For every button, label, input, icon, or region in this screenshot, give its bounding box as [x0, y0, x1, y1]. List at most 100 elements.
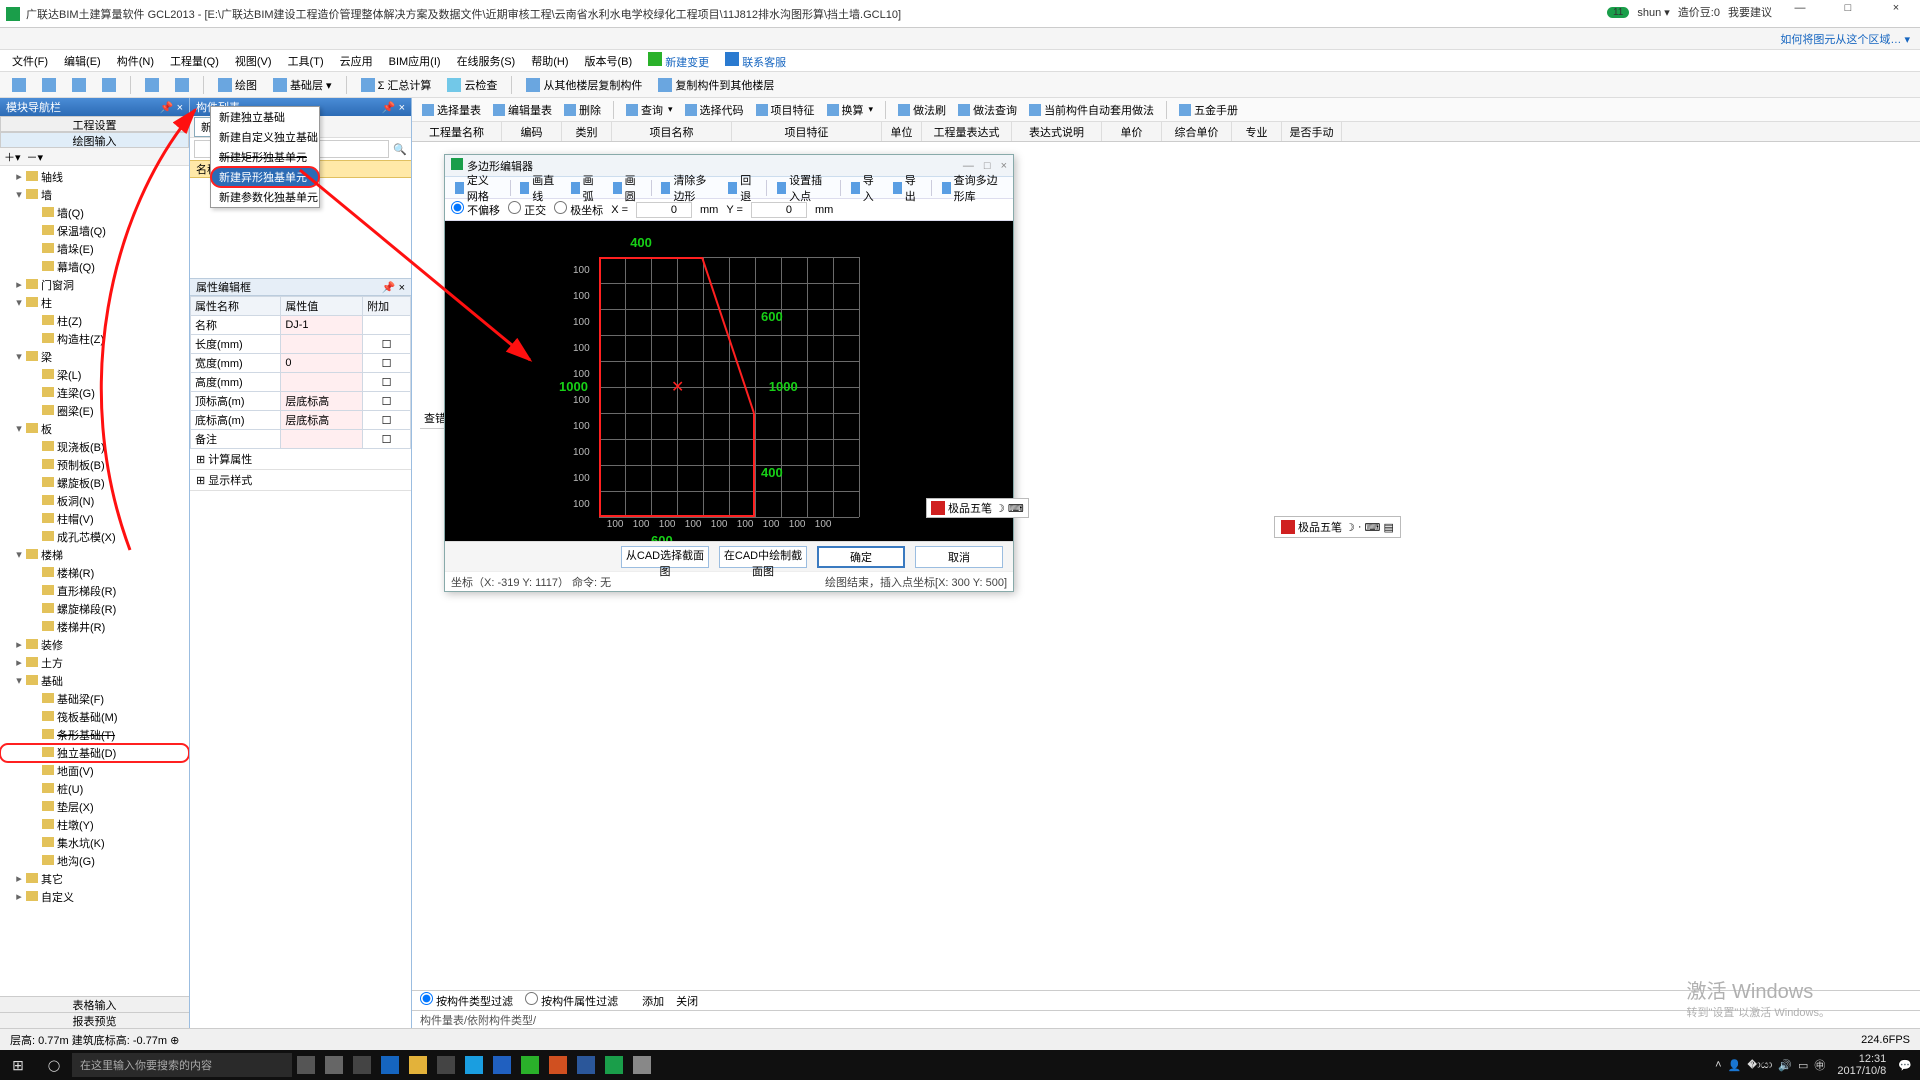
toolbar-btn-3[interactable] — [96, 76, 122, 94]
tree-node-32[interactable]: 独立基础(D) — [0, 744, 189, 762]
tree-node-38[interactable]: 地沟(G) — [0, 852, 189, 870]
tree-node-18[interactable]: 板洞(N) — [0, 492, 189, 510]
toolbar-btn-15[interactable]: 复制构件到其他楼层 — [652, 75, 780, 95]
tree-node-17[interactable]: 螺旋板(B) — [0, 474, 189, 492]
prop-chk-3[interactable]: ☐ — [363, 373, 411, 392]
tree-node-24[interactable]: 螺旋梯段(R) — [0, 600, 189, 618]
taskbar-clock[interactable]: 12:312017/10/8 — [1831, 1053, 1892, 1077]
menu-12[interactable]: 联系客服 — [719, 50, 792, 72]
coord-polar[interactable]: 极坐标 — [554, 201, 603, 218]
col-11[interactable]: 是否手动 — [1282, 122, 1342, 141]
filter-add[interactable]: 添加 — [642, 993, 664, 1009]
taskbar-app-4[interactable] — [488, 1053, 516, 1077]
prop-val-3[interactable] — [281, 373, 363, 392]
prop-chk-0[interactable] — [363, 316, 411, 335]
taskbar-gcl[interactable] — [600, 1053, 628, 1077]
close-button[interactable]: × — [1876, 2, 1916, 22]
poly-tb-7[interactable]: 回退 — [724, 170, 760, 206]
tree-node-40[interactable]: ▸自定义 — [0, 888, 189, 906]
panel-close-icon[interactable]: 📌 × — [382, 101, 405, 114]
sel-btn-5[interactable]: 选择代码 — [681, 100, 748, 120]
tree-node-29[interactable]: 基础梁(F) — [0, 690, 189, 708]
tree-node-6[interactable]: ▸门窗洞 — [0, 276, 189, 294]
cortana-icon[interactable]: ◯ — [36, 1059, 72, 1072]
expand-all-icon[interactable]: ＋▾ — [4, 149, 21, 165]
from-cad-select-button[interactable]: 从CAD选择截面图 — [621, 546, 709, 568]
tray-up-icon[interactable]: ˄ — [1715, 1059, 1721, 1071]
notif-badge[interactable]: 11 — [1607, 7, 1629, 18]
sel-btn-11[interactable]: 当前构件自动套用做法 — [1025, 100, 1158, 120]
start-button[interactable]: ⊞ — [0, 1057, 36, 1074]
tree-node-30[interactable]: 筏板基础(M) — [0, 708, 189, 726]
menu-0[interactable]: 文件(F) — [6, 51, 54, 71]
tree-node-4[interactable]: 墙垛(E) — [0, 240, 189, 258]
poly-tb-11[interactable]: 导入 — [847, 170, 883, 206]
col-0[interactable]: 工程量名称 — [412, 122, 502, 141]
tree-node-21[interactable]: ▾楼梯 — [0, 546, 189, 564]
sel-btn-9[interactable]: 做法刷 — [894, 100, 950, 120]
tree-node-9[interactable]: 构造柱(Z) — [0, 330, 189, 348]
prop-chk-2[interactable]: ☐ — [363, 354, 411, 373]
y-input[interactable] — [751, 202, 807, 218]
tree-node-1[interactable]: ▾墙 — [0, 186, 189, 204]
poly-tb-4[interactable]: 画圆 — [609, 170, 645, 206]
filter-close[interactable]: 关闭 — [676, 993, 698, 1009]
toolbar-btn-1[interactable] — [36, 76, 62, 94]
tree-node-34[interactable]: 桩(U) — [0, 780, 189, 798]
tree-node-27[interactable]: ▸土方 — [0, 654, 189, 672]
tree-node-37[interactable]: 集水坑(K) — [0, 834, 189, 852]
sel-btn-1[interactable]: 编辑量表 — [489, 100, 556, 120]
feedback-link[interactable]: 我要建议 — [1728, 4, 1772, 20]
tab-report-preview[interactable]: 报表预览 — [0, 1012, 189, 1028]
tree-node-14[interactable]: ▾板 — [0, 420, 189, 438]
tree-node-39[interactable]: ▸其它 — [0, 870, 189, 888]
toolbar-btn-5[interactable] — [139, 76, 165, 94]
taskbar-search[interactable]: 在这里输入你要搜索的内容 — [72, 1053, 292, 1077]
tree-node-23[interactable]: 直形梯段(R) — [0, 582, 189, 600]
toolbar-btn-9[interactable]: 基础层 ▾ — [267, 75, 338, 95]
coord-no-offset[interactable]: 不偏移 — [451, 201, 500, 218]
tree-node-7[interactable]: ▾柱 — [0, 294, 189, 312]
taskbar-word[interactable] — [572, 1053, 600, 1077]
col-2[interactable]: 类别 — [562, 122, 612, 141]
taskbar-app-1[interactable] — [320, 1053, 348, 1077]
tray-vol-icon[interactable]: 🔊 — [1778, 1059, 1792, 1072]
property-table[interactable]: 属性名称 属性值 附加 名称DJ-1长度(mm)☐宽度(mm)0☐高度(mm)☐… — [190, 296, 411, 449]
tab-table-input[interactable]: 表格输入 — [0, 996, 189, 1012]
menu-6[interactable]: 云应用 — [334, 51, 379, 71]
prop-chk-1[interactable]: ☐ — [363, 335, 411, 354]
col-8[interactable]: 单价 — [1102, 122, 1162, 141]
sel-btn-6[interactable]: 项目特征 — [752, 100, 819, 120]
tree-node-26[interactable]: ▸装修 — [0, 636, 189, 654]
system-tray[interactable]: ˄ 👤 �ායා 🔊 ▭ ㊥ 12:312017/10/8 💬 — [1715, 1053, 1920, 1077]
cancel-button[interactable]: 取消 — [915, 546, 1003, 568]
menu-10[interactable]: 版本号(B) — [579, 51, 639, 71]
windows-taskbar[interactable]: ⊞ ◯ 在这里输入你要搜索的内容 ˄ 👤 �ායා 🔊 ▭ ㊥ 12:31201… — [0, 1050, 1920, 1080]
tree-node-31[interactable]: 条形基础(T) — [0, 726, 189, 744]
menu-11[interactable]: 新建变更 — [642, 50, 715, 72]
taskbar-explorer[interactable] — [404, 1053, 432, 1077]
tree-node-12[interactable]: 连梁(G) — [0, 384, 189, 402]
new-menu-item-4[interactable]: 新建参数化独基单元 — [211, 187, 319, 207]
tree-node-36[interactable]: 柱墩(Y) — [0, 816, 189, 834]
expand-display-style[interactable]: ⊞ 显示样式 — [190, 470, 411, 491]
coord-ortho[interactable]: 正交 — [508, 201, 546, 218]
tree-node-33[interactable]: 地面(V) — [0, 762, 189, 780]
col-7[interactable]: 表达式说明 — [1012, 122, 1102, 141]
tab-drawing-input[interactable]: 绘图输入 — [0, 132, 189, 148]
prop-val-6[interactable] — [281, 430, 363, 449]
col-3[interactable]: 项目名称 — [612, 122, 732, 141]
toolbar-btn-0[interactable] — [6, 76, 32, 94]
menu-1[interactable]: 编辑(E) — [58, 51, 107, 71]
poly-tb-12[interactable]: 导出 — [889, 170, 925, 206]
menu-9[interactable]: 帮助(H) — [525, 51, 574, 71]
tab-engineering-settings[interactable]: 工程设置 — [0, 116, 189, 132]
sel-btn-7[interactable]: 换算 — [823, 100, 878, 120]
col-1[interactable]: 编码 — [502, 122, 562, 141]
prop-chk-4[interactable]: ☐ — [363, 392, 411, 411]
in-cad-draw-button[interactable]: 在CAD中绘制截面图 — [719, 546, 807, 568]
maximize-button[interactable]: □ — [1828, 2, 1868, 22]
tree-node-2[interactable]: 墙(Q) — [0, 204, 189, 222]
x-input[interactable] — [636, 202, 692, 218]
sel-btn-2[interactable]: 删除 — [560, 100, 605, 120]
